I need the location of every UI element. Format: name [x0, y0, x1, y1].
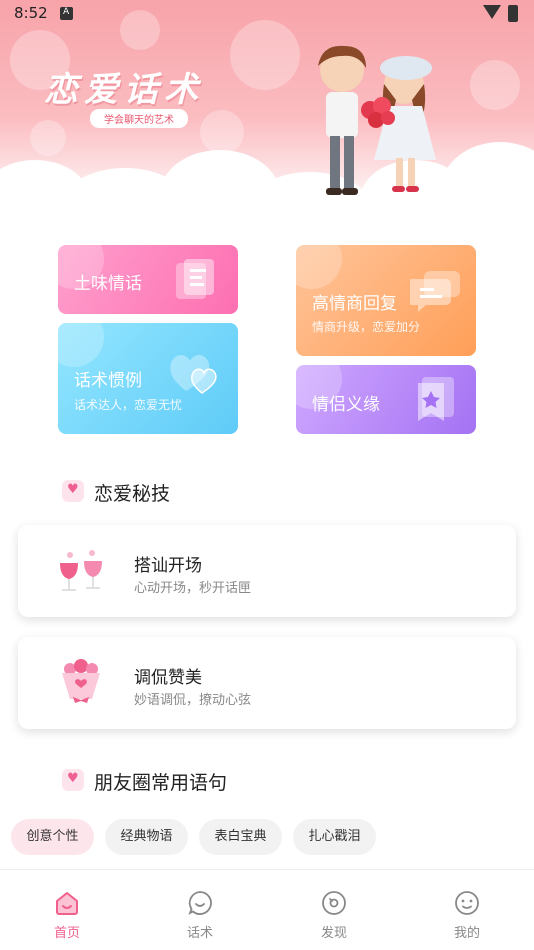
tip-title: 调侃赞美	[134, 668, 202, 688]
nav-home[interactable]: 首页	[27, 870, 107, 950]
tip-title: 搭讪开场	[134, 556, 202, 576]
home-icon	[56, 892, 78, 915]
status-bar: 8:52	[0, 0, 534, 28]
heart-icon	[62, 480, 84, 502]
nav-profile[interactable]: 我的	[427, 870, 507, 950]
nav-label: 首页	[53, 926, 80, 941]
feature-title: 情侣义缘	[312, 395, 380, 415]
nav-huashu[interactable]: 话术	[160, 870, 240, 950]
discover-icon	[322, 891, 346, 915]
tip-subtitle: 心动开场，秒开话匣	[134, 581, 252, 596]
couple-illustration	[318, 45, 436, 195]
chip-creative[interactable]: 创意个性	[11, 819, 94, 855]
battery-icon	[508, 5, 518, 22]
nav-discover[interactable]: 发现	[294, 870, 374, 950]
tip-card-tease[interactable]: 调侃赞美 妙语调侃，撩动心弦	[18, 637, 516, 729]
feature-card-qinglv[interactable]: 情侣义缘	[296, 365, 476, 434]
heart-icon	[62, 769, 84, 791]
banner-subtitle: 学会聊天的艺术	[90, 109, 188, 128]
status-time: 8:52	[14, 4, 48, 22]
banner-title: 恋爱话术	[44, 70, 204, 110]
section-title: 恋爱秘技	[94, 483, 171, 505]
bottom-navigation: 首页 话术 发现 我的	[0, 869, 534, 950]
nav-label: 话术	[186, 926, 213, 941]
wifi-icon	[483, 5, 501, 19]
document-icon	[176, 259, 214, 299]
bouquet-icon	[62, 659, 100, 703]
feature-card-gaoqing[interactable]: 高情商回复 情商升级，恋爱加分	[296, 245, 476, 356]
wine-glasses-icon	[60, 550, 102, 591]
section-title: 朋友圈常用语句	[94, 772, 228, 794]
feature-card-tuwei[interactable]: 土味情话	[58, 245, 238, 314]
chip-heartbreak[interactable]: 扎心戳泪	[293, 819, 376, 855]
feature-subtitle: 话术达人，恋爱无忧	[74, 398, 183, 412]
tip-card-opener[interactable]: 搭讪开场 心动开场，秒开话匣	[18, 525, 516, 617]
feature-title: 高情商回复	[312, 294, 397, 314]
chat-icon	[188, 891, 212, 915]
feature-title: 土味情话	[74, 274, 142, 294]
notification-a-icon	[60, 7, 73, 20]
nav-label: 发现	[320, 926, 347, 941]
feature-title: 话术惯例	[74, 371, 142, 391]
chip-confession[interactable]: 表白宝典	[199, 819, 282, 855]
profile-icon	[455, 891, 479, 915]
star-bookmark-icon	[418, 377, 454, 421]
nav-label: 我的	[453, 926, 480, 941]
hearts-icon	[170, 355, 217, 394]
chip-classic[interactable]: 经典物语	[105, 819, 188, 855]
chat-bubble-icon	[410, 271, 460, 312]
feature-card-huashu[interactable]: 话术惯例 话术达人，恋爱无忧	[58, 323, 238, 434]
header-banner: 恋爱话术 学会聊天的艺术	[0, 0, 534, 215]
tip-subtitle: 妙语调侃，撩动心弦	[134, 693, 252, 708]
feature-subtitle: 情商升级，恋爱加分	[312, 320, 421, 334]
